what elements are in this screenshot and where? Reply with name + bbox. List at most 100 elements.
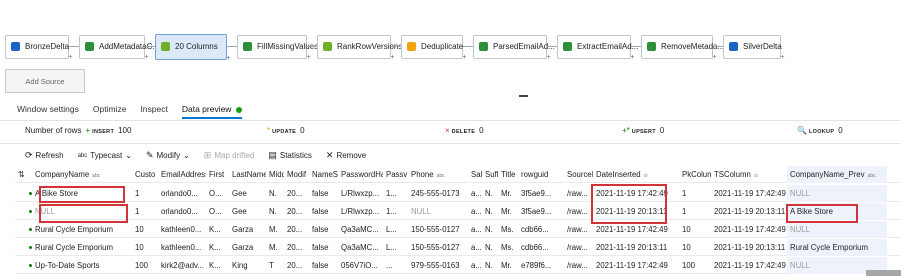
table-cell: /raw...: [567, 225, 588, 234]
table-row: A Bike Store 1 orlando0... O... Gee N. 20... fa…: [15, 185, 901, 202]
connector: [463, 46, 473, 47]
column-header-label: CompanyName: [35, 170, 90, 179]
column-header[interactable]: EmailAddress: [158, 166, 206, 183]
add-step-icon[interactable]: +: [461, 54, 468, 62]
table-cell: /raw...: [567, 189, 588, 198]
pipeline-node[interactable]: SilverDelta +: [723, 34, 785, 61]
pipeline-node-label: SilverDelta: [743, 42, 782, 51]
pipeline-node[interactable]: ExtractEmailAd... +: [557, 34, 638, 61]
divider: [0, 143, 901, 144]
table-cell: cdb66...: [521, 243, 549, 252]
column-header[interactable]: CompanyName abc: [32, 166, 132, 183]
refresh-button[interactable]: ⟳ Refresh: [25, 150, 64, 161]
string-type-icon: abc: [867, 173, 876, 179]
column-header-label: TSColumn: [714, 170, 751, 179]
add-step-icon[interactable]: +: [305, 54, 312, 62]
column-header[interactable]: PasswordHa: [338, 166, 383, 183]
column-header[interactable]: Passv: [383, 166, 408, 183]
highlight-box: [786, 204, 858, 223]
column-header[interactable]: Midd: [266, 166, 284, 183]
add-step-icon[interactable]: +: [389, 54, 396, 62]
pipeline-flow: BronzeDelta + AddMetadataC... +20 Columns + F…: [5, 33, 785, 62]
resize-handle[interactable]: [519, 95, 528, 97]
map-drifted-button[interactable]: ⊞ Map drifted: [204, 150, 255, 161]
refresh-icon: ⟳: [25, 150, 33, 160]
tab-inspect[interactable]: Inspect: [140, 104, 167, 119]
column-header[interactable]: LastName: [229, 166, 266, 183]
typecast-button[interactable]: abc Typecast ⌄: [78, 151, 132, 160]
remove-label: Remove: [336, 151, 367, 160]
add-step-icon[interactable]: +: [545, 54, 552, 62]
column-header[interactable]: Sale: [468, 166, 482, 183]
table-cell: ...: [386, 261, 393, 270]
column-header-label: LastName: [232, 170, 266, 179]
pipeline-node[interactable]: BronzeDelta +: [5, 34, 73, 61]
tab-data-preview[interactable]: Data preview: [181, 104, 243, 119]
pipeline-node[interactable]: AddMetadataC... +: [79, 34, 159, 61]
table-cell: Qa3aMC...: [341, 225, 379, 234]
string-type-icon: abc: [92, 173, 101, 179]
column-header[interactable]: SourceF: [564, 166, 593, 183]
table-cell: 10: [682, 243, 691, 252]
statistics-button[interactable]: ▤ Statistics: [268, 150, 312, 161]
connector: [69, 46, 79, 47]
column-header[interactable]: PkColum: [679, 166, 711, 183]
table-cell: 1...: [386, 207, 397, 216]
table-row: Up-To-Date Sports 100 kirk2@adv... K... King…: [15, 257, 901, 274]
tab-optimize[interactable]: Optimize: [93, 104, 127, 119]
add-step-icon[interactable]: +: [225, 55, 232, 63]
refresh-label: Refresh: [35, 151, 64, 160]
connector: [631, 46, 641, 47]
column-header[interactable]: NameS: [309, 166, 338, 183]
derived-column-icon: [85, 42, 94, 51]
table-cell: 20...: [287, 189, 303, 198]
rows-label: Number of rows: [25, 126, 82, 135]
add-source-button[interactable]: Add Source: [5, 69, 85, 93]
column-header[interactable]: Phone abc: [408, 166, 468, 183]
column-header[interactable]: Custo: [132, 166, 158, 183]
table-cell: cdb66...: [521, 225, 549, 234]
table-cell: 1: [135, 207, 140, 216]
update-value: 0: [300, 126, 305, 135]
pipeline-node[interactable]: 20 Columns +: [155, 33, 231, 62]
column-header[interactable]: Suff: [482, 166, 498, 183]
connector: [547, 46, 557, 47]
pipeline-node[interactable]: FillMissingValues +: [237, 34, 318, 61]
modify-button[interactable]: ✎ Modify ⌄: [146, 150, 190, 161]
pipeline-node[interactable]: RemoveMetada... +: [641, 34, 724, 61]
add-step-icon[interactable]: +: [629, 54, 636, 62]
map-drifted-label: Map drifted: [214, 151, 255, 160]
table-cell: /raw...: [567, 207, 588, 216]
pipeline-node[interactable]: Deduplicate +: [401, 34, 467, 61]
column-header[interactable]: CompanyName_Prev abc: [787, 166, 887, 183]
table-cell: 10: [135, 225, 144, 234]
add-step-icon[interactable]: +: [779, 54, 786, 62]
table-cell: NULL: [787, 185, 887, 202]
pipeline-node[interactable]: ParsedEmailAd... +: [473, 34, 555, 61]
column-header[interactable]: rowguid: [518, 166, 564, 183]
table-cell: 10: [135, 243, 144, 252]
horizontal-scrollbar[interactable]: [866, 270, 901, 276]
connector: [713, 46, 723, 47]
column-header[interactable]: First: [206, 166, 229, 183]
column-header[interactable]: TSColumn ⊙: [711, 166, 787, 183]
column-header[interactable]: DateInserted ⊙: [593, 166, 679, 183]
table-cell: /raw...: [567, 243, 588, 252]
column-header[interactable]: Modif: [284, 166, 309, 183]
add-step-icon[interactable]: +: [711, 54, 718, 62]
pipeline-node[interactable]: RankRowVersions +: [317, 34, 402, 61]
table-row: Rural Cycle Emporium 10 kathleen0... K... Ga…: [15, 221, 901, 238]
column-header-label: Suff: [485, 170, 498, 179]
table-cell: 2021-11-19 20:13:11: [714, 207, 786, 216]
pipeline-canvas[interactable]: BronzeDelta + AddMetadataC... +20 Columns + F…: [0, 0, 901, 98]
add-step-icon[interactable]: +: [67, 54, 74, 62]
upsert-label: UPSERT: [631, 129, 656, 135]
table-cell: 1: [135, 189, 140, 198]
tab-window-settings[interactable]: Window settings: [17, 104, 79, 119]
table-cell: 20...: [287, 261, 303, 270]
add-step-icon[interactable]: +: [143, 54, 150, 62]
pipeline-node-label: BronzeDelta: [25, 42, 70, 51]
remove-button[interactable]: ✕ Remove: [326, 150, 366, 161]
column-header[interactable]: Title: [498, 166, 518, 183]
column-header-label: First: [209, 170, 225, 179]
